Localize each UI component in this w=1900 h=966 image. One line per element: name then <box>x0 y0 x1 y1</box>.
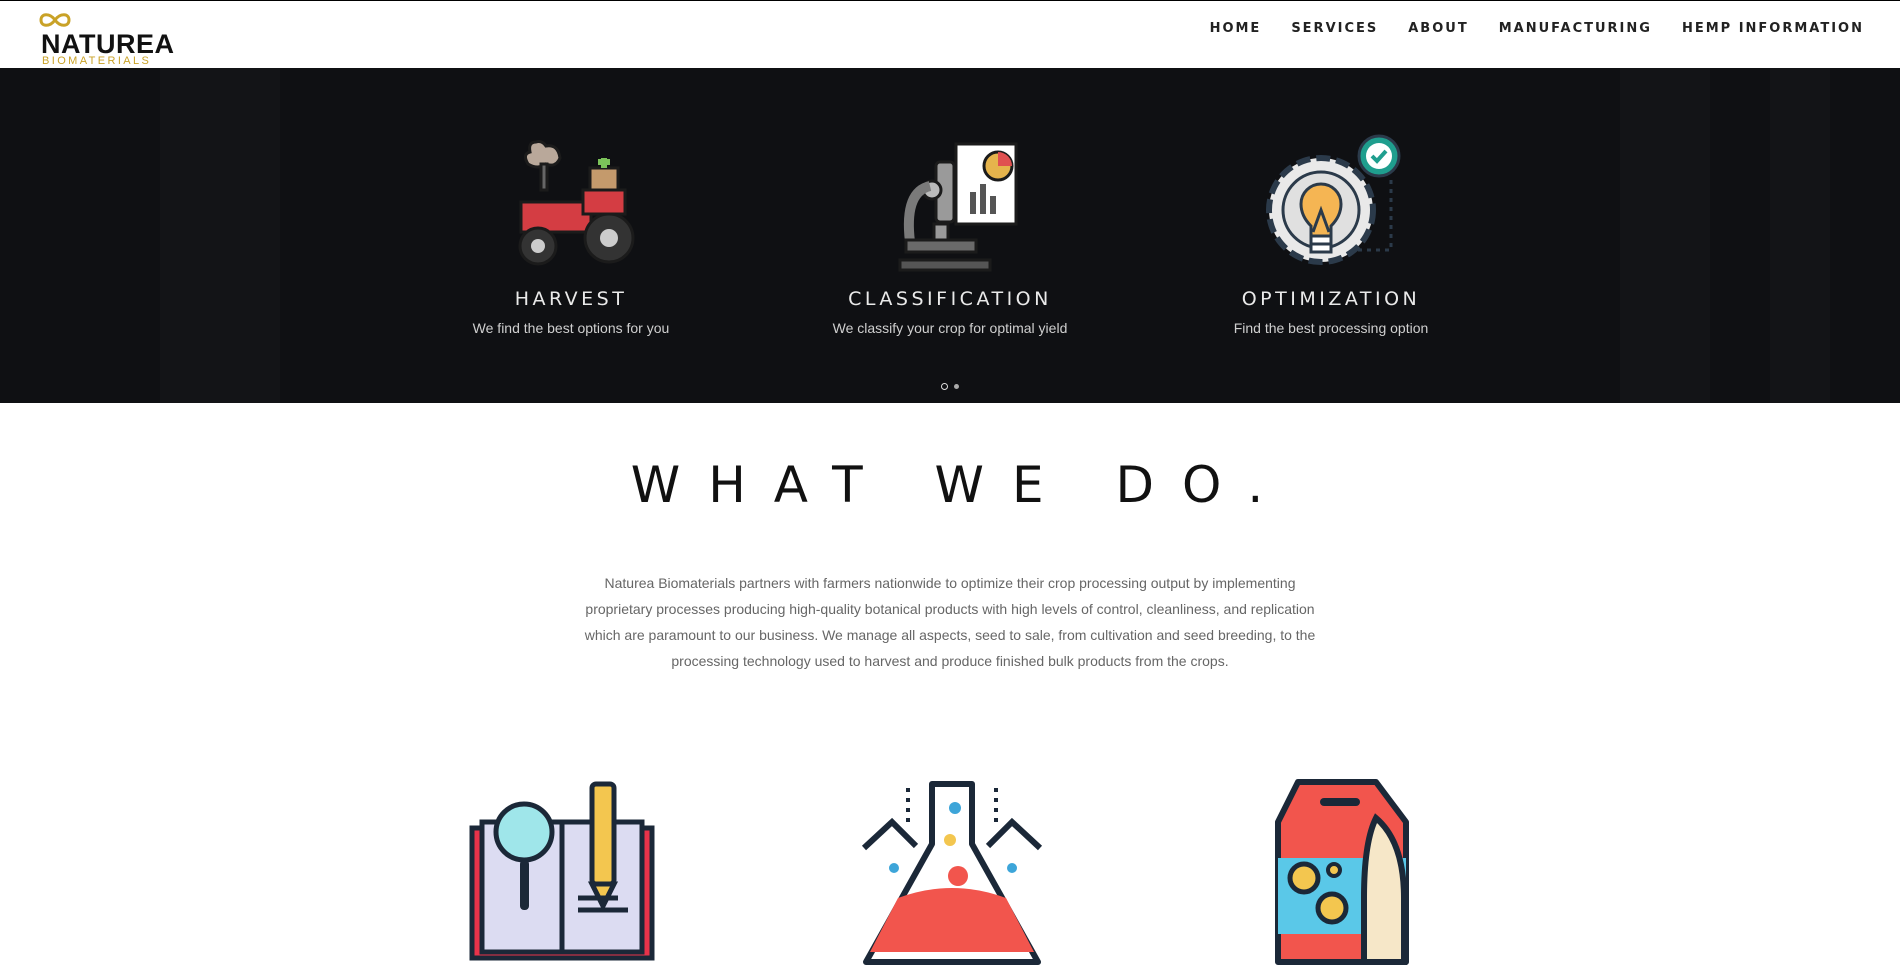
slider-dot-1[interactable] <box>941 383 948 390</box>
feature-description: We classify your crop for optimal yield <box>832 320 1068 336</box>
background-streak <box>160 68 280 403</box>
seed-bag-icon <box>1275 779 1409 965</box>
slider-pagination <box>941 383 965 390</box>
site-header: NATUREA BIOMATERIALS HOME SERVICES ABOUT… <box>0 1 1900 68</box>
section-title: WHAT WE DO. <box>630 456 1292 514</box>
infinity-logo-icon <box>39 13 71 27</box>
flask-icon <box>861 781 1043 965</box>
intro-paragraph: Naturea Biomaterials partners with farme… <box>584 575 1316 669</box>
site-logo[interactable]: NATUREA BIOMATERIALS <box>38 11 188 67</box>
feature-description: Find the best processing option <box>1233 320 1429 336</box>
feature-title: CLASSIFICATION <box>848 288 1052 310</box>
nav-manufacturing[interactable]: MANUFACTURING <box>1499 21 1652 36</box>
feature-title: OPTIMIZATION <box>1241 288 1421 310</box>
hero-slider: HARVEST We find the best options for you… <box>0 68 1900 403</box>
main-nav: HOME SERVICES ABOUT MANUFACTURING HEMP I… <box>1180 21 1864 36</box>
feature-harvest: HARVEST We find the best options for you <box>441 132 701 336</box>
nav-about[interactable]: ABOUT <box>1408 21 1468 36</box>
nav-home[interactable]: HOME <box>1210 21 1262 36</box>
feature-title: HARVEST <box>514 288 628 310</box>
nav-services[interactable]: SERVICES <box>1291 21 1378 36</box>
tractor-icon <box>518 140 635 266</box>
lightbulb-gear-icon <box>1266 134 1401 265</box>
slider-dot-2[interactable] <box>954 384 959 389</box>
nav-hemp-information[interactable]: HEMP INFORMATION <box>1682 21 1864 36</box>
logo-brand: NATUREA <box>41 29 175 59</box>
background-streak <box>1770 68 1830 403</box>
background-streak <box>1620 68 1710 403</box>
microscope-icon <box>898 142 1018 272</box>
feature-description: We find the best options for you <box>472 320 670 336</box>
feature-classification: CLASSIFICATION We classify your crop for… <box>820 132 1080 336</box>
feature-optimization: OPTIMIZATION Find the best processing op… <box>1201 132 1461 336</box>
logo-subtitle: BIOMATERIALS <box>42 55 152 67</box>
research-book-icon <box>469 781 655 961</box>
